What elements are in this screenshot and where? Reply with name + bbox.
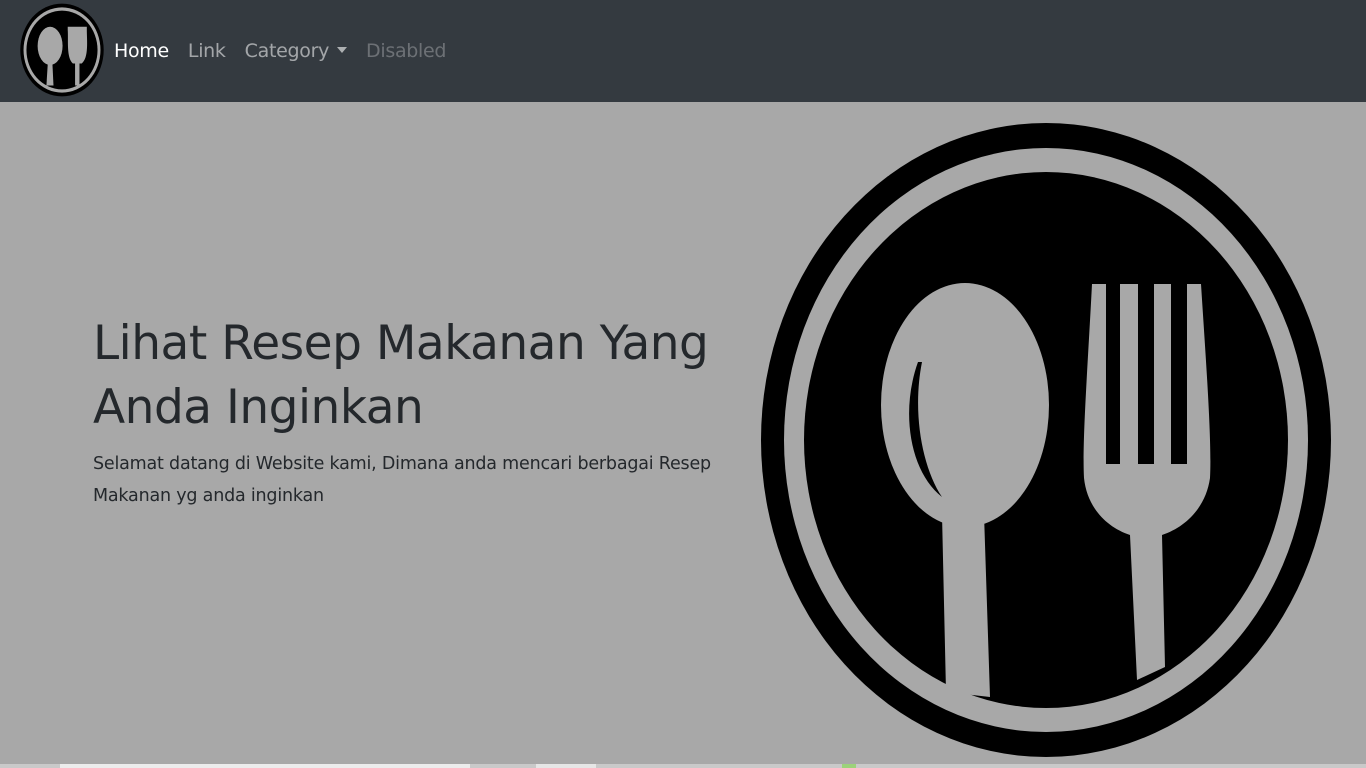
bottom-strip bbox=[0, 764, 1366, 768]
nav-link-disabled: Disabled bbox=[366, 40, 447, 62]
bottom-strip-segment bbox=[60, 764, 470, 768]
bottom-strip-segment bbox=[536, 764, 596, 768]
hero-title: Lihat Resep Makanan Yang Anda Inginkan bbox=[93, 316, 709, 435]
bottom-strip-segment bbox=[842, 764, 856, 768]
plate-fork-spoon-icon bbox=[20, 3, 104, 97]
nav-link-link[interactable]: Link bbox=[188, 40, 226, 62]
hero-section: Lihat Resep Makanan Yang Anda Inginkan S… bbox=[0, 102, 1366, 764]
brand-logo[interactable] bbox=[20, 3, 104, 97]
hero-lead-text: Selamat datang di Website kami, Dimana a… bbox=[93, 454, 711, 506]
nav-dropdown-category-label: Category bbox=[244, 40, 330, 62]
caret-down-icon bbox=[337, 47, 348, 53]
plate-fork-spoon-icon bbox=[761, 123, 1331, 757]
navbar: Home Link Category Disabled bbox=[0, 0, 1366, 102]
nav-dropdown-category[interactable]: Category bbox=[244, 40, 348, 62]
nav-link-home[interactable]: Home bbox=[114, 40, 169, 62]
nav-links: Home Link Category Disabled bbox=[114, 36, 465, 66]
